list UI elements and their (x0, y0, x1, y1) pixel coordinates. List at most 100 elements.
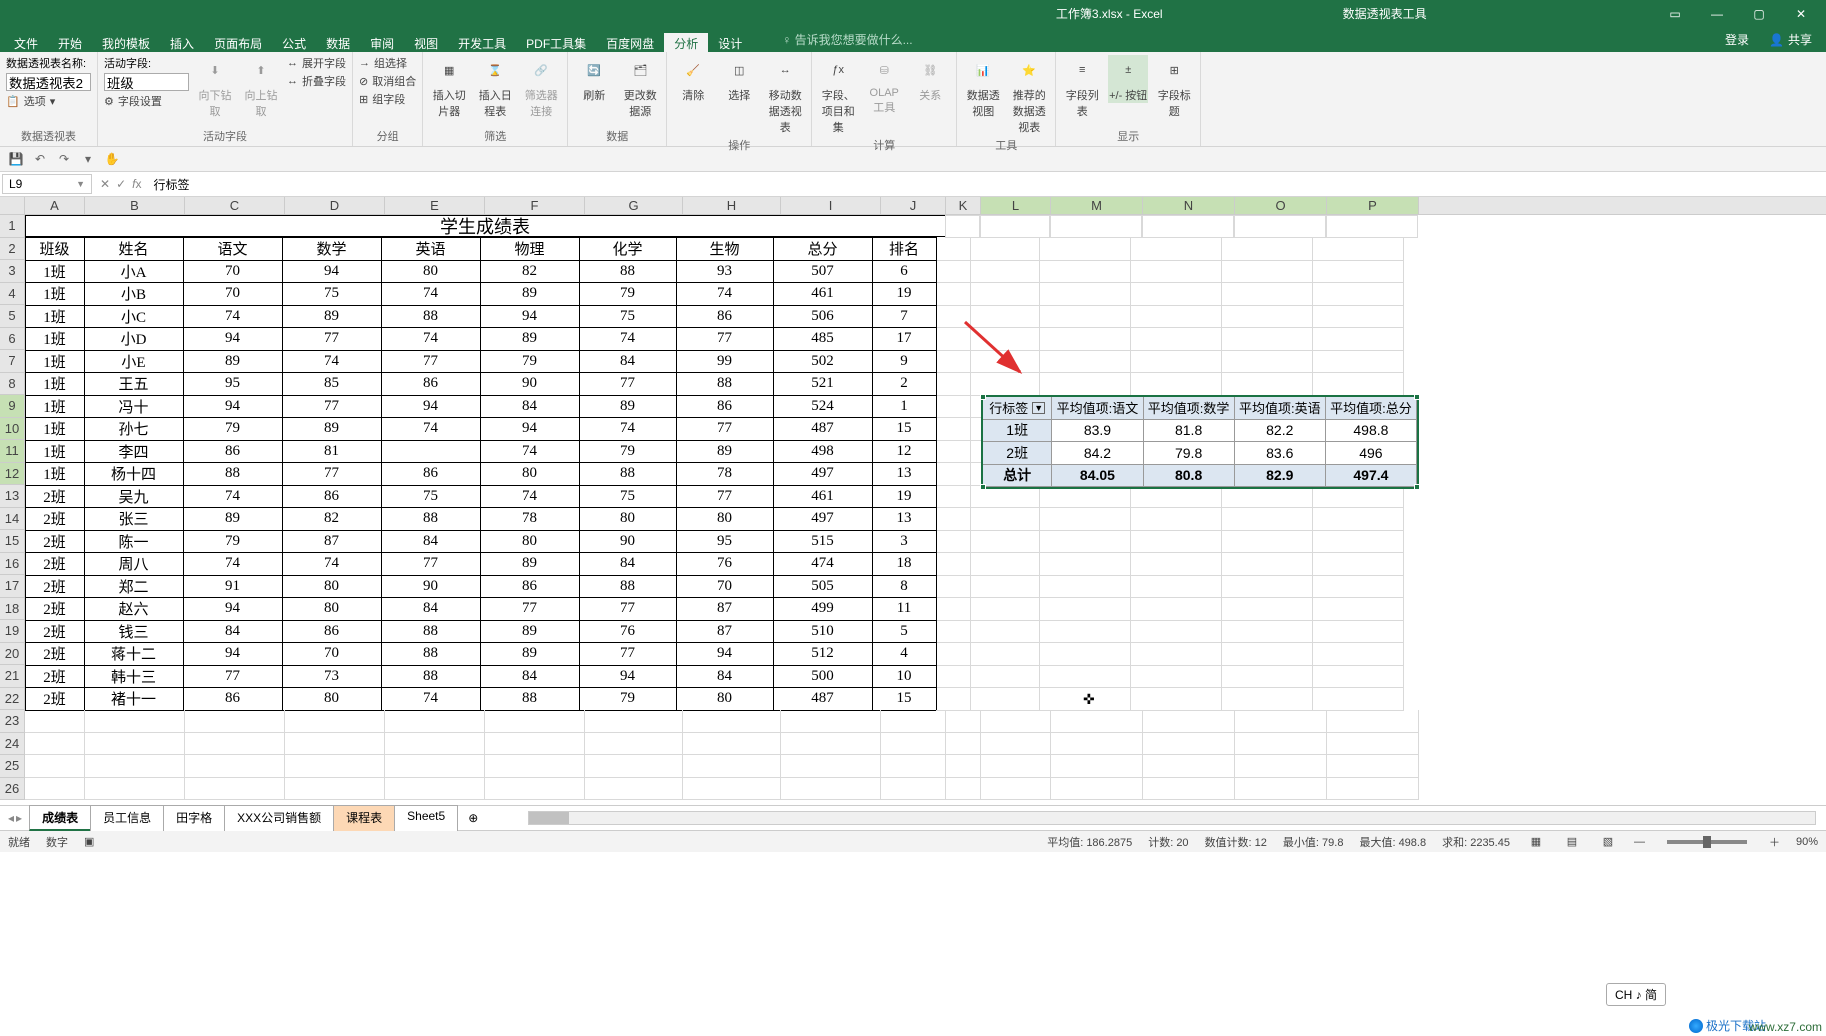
table-cell[interactable]: 84 (381, 597, 481, 621)
table-cell[interactable]: 90 (579, 530, 677, 554)
col-header-J[interactable]: J (881, 197, 946, 214)
row-header-13[interactable]: 13 (0, 485, 25, 508)
sheet-tab-成绩表[interactable]: 成绩表 (29, 805, 91, 831)
table-cell[interactable]: 1班 (25, 462, 85, 486)
table-cell[interactable]: 18 (872, 552, 937, 576)
table-cell[interactable]: 1 (872, 395, 937, 419)
table-cell[interactable]: 小B (84, 282, 184, 306)
table-cell[interactable]: 88 (381, 620, 481, 644)
table-cell[interactable]: 2班 (25, 530, 85, 554)
row-header-15[interactable]: 15 (0, 530, 25, 553)
table-cell[interactable]: 1班 (25, 395, 85, 419)
table-cell[interactable]: 2班 (25, 507, 85, 531)
table-cell[interactable]: 80 (480, 462, 580, 486)
table-cell[interactable]: 84 (676, 665, 774, 689)
table-cell[interactable]: 77 (676, 417, 774, 441)
table-cell[interactable]: 88 (579, 462, 677, 486)
table-cell[interactable]: 88 (381, 642, 481, 666)
pivot-total-cell[interactable]: 84.05 (1052, 465, 1143, 488)
table-cell[interactable]: 89 (282, 417, 382, 441)
table-cell[interactable]: 94 (480, 417, 580, 441)
move-pivot-button[interactable]: ↔移动数据透视表 (765, 55, 805, 135)
tab-scroll-left-icon[interactable]: ◂ (8, 811, 14, 825)
table-cell[interactable]: 94 (183, 597, 283, 621)
table-cell[interactable]: 86 (282, 620, 382, 644)
save-icon[interactable]: 💾 (8, 151, 24, 167)
pivot-cell[interactable]: 496 (1326, 442, 1417, 465)
row-header-4[interactable]: 4 (0, 283, 25, 306)
name-box[interactable]: L9▼ (2, 174, 92, 194)
table-cell[interactable]: 79 (579, 282, 677, 306)
table-cell[interactable]: 87 (676, 620, 774, 644)
table-cell[interactable]: 15 (872, 417, 937, 441)
table-cell[interactable]: 79 (579, 440, 677, 464)
pivot-total-cell[interactable]: 总计 (983, 465, 1052, 488)
table-cell[interactable]: 韩十三 (84, 665, 184, 689)
row-header-24[interactable]: 24 (0, 733, 25, 756)
table-cell[interactable]: 89 (480, 282, 580, 306)
row-header-3[interactable]: 3 (0, 260, 25, 283)
table-cell[interactable]: 80 (282, 687, 382, 711)
row-header-23[interactable]: 23 (0, 710, 25, 733)
table-cell[interactable]: 82 (480, 260, 580, 284)
view-normal-icon[interactable]: ▦ (1526, 834, 1546, 850)
table-cell[interactable]: 80 (381, 260, 481, 284)
table-cell[interactable]: 89 (480, 327, 580, 351)
col-header-D[interactable]: D (285, 197, 385, 214)
table-cell[interactable]: 74 (183, 305, 283, 329)
col-header-M[interactable]: M (1051, 197, 1143, 214)
pivot-cell[interactable]: 79.8 (1144, 442, 1235, 465)
table-cell[interactable]: 77 (282, 395, 382, 419)
table-cell[interactable]: 80 (579, 507, 677, 531)
undo-icon[interactable]: ↶ (32, 151, 48, 167)
view-break-icon[interactable]: ▧ (1598, 834, 1618, 850)
row-header-21[interactable]: 21 (0, 665, 25, 688)
row-header-17[interactable]: 17 (0, 575, 25, 598)
row-header-18[interactable]: 18 (0, 598, 25, 621)
table-cell[interactable]: 3 (872, 530, 937, 554)
table-cell[interactable]: 1班 (25, 372, 85, 396)
pivot-total-cell[interactable]: 80.8 (1144, 465, 1235, 488)
insert-timeline-button[interactable]: ⌛插入日程表 (475, 55, 515, 119)
enter-formula-icon[interactable]: ✓ (116, 177, 126, 191)
login-button[interactable]: 登录 (1715, 27, 1759, 52)
table-cell[interactable]: 89 (480, 642, 580, 666)
table-cell[interactable]: 502 (773, 350, 873, 374)
table-cell[interactable]: 11 (872, 597, 937, 621)
table-cell[interactable]: 77 (676, 485, 774, 509)
table-cell[interactable]: 90 (480, 372, 580, 396)
table-cell[interactable]: 86 (183, 440, 283, 464)
pivot-header[interactable]: 平均值项:数学 (1144, 397, 1235, 420)
table-cell[interactable]: 497 (773, 507, 873, 531)
table-cell[interactable]: 510 (773, 620, 873, 644)
col-header-K[interactable]: K (946, 197, 981, 214)
table-cell[interactable]: 2班 (25, 575, 85, 599)
table-cell[interactable]: 2班 (25, 665, 85, 689)
table-cell[interactable]: 74 (579, 327, 677, 351)
tell-me[interactable]: ♀ 告诉我您想要做什么... (772, 27, 922, 52)
table-cell[interactable]: 76 (579, 620, 677, 644)
pivot-header[interactable]: 平均值项:总分 (1326, 397, 1417, 420)
table-cell[interactable]: 94 (183, 327, 283, 351)
row-header-12[interactable]: 12 (0, 463, 25, 486)
row-header-6[interactable]: 6 (0, 328, 25, 351)
table-cell[interactable]: 515 (773, 530, 873, 554)
select-all-corner[interactable] (0, 197, 25, 214)
zoom-out-button[interactable]: — (1634, 836, 1645, 848)
table-cell[interactable]: 84 (480, 665, 580, 689)
table-cell[interactable]: 1班 (25, 327, 85, 351)
table-cell[interactable]: 94 (381, 395, 481, 419)
table-cell[interactable]: 89 (282, 305, 382, 329)
table-cell[interactable]: 赵六 (84, 597, 184, 621)
table-cell[interactable]: 487 (773, 417, 873, 441)
row-header-22[interactable]: 22 (0, 688, 25, 711)
table-cell[interactable]: 78 (676, 462, 774, 486)
table-cell[interactable]: 89 (676, 440, 774, 464)
sheet-tab-田字格[interactable]: 田字格 (163, 805, 225, 831)
table-cell[interactable]: 10 (872, 665, 937, 689)
col-header-G[interactable]: G (585, 197, 683, 214)
maximize-icon[interactable]: ▢ (1739, 0, 1779, 27)
table-cell[interactable]: 74 (579, 417, 677, 441)
table-cell[interactable]: 7 (872, 305, 937, 329)
filter-dropdown-icon[interactable]: ▼ (1032, 402, 1045, 414)
